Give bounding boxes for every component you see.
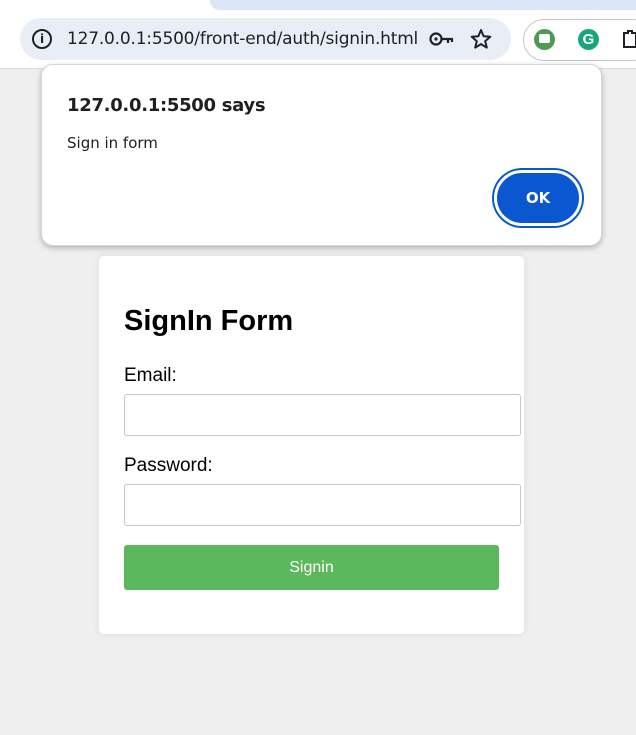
info-icon[interactable]: i xyxy=(32,29,52,49)
alert-title: 127.0.0.1:5500 says xyxy=(67,95,266,116)
password-field[interactable] xyxy=(124,484,521,526)
key-icon[interactable] xyxy=(429,30,455,48)
signin-button[interactable]: Signin xyxy=(124,545,499,590)
signin-form-card: SignIn Form Email: Password: Signin xyxy=(99,256,524,634)
url-text[interactable]: 127.0.0.1:5500/front-end/auth/signin.htm… xyxy=(67,29,418,49)
alert-dialog: 127.0.0.1:5500 says Sign in form OK xyxy=(41,64,602,246)
address-bar[interactable]: i 127.0.0.1:5500/front-end/auth/signin.h… xyxy=(20,18,511,60)
robot-extension-icon[interactable] xyxy=(534,29,555,50)
alert-message: Sign in form xyxy=(67,134,158,152)
tab-strip xyxy=(210,0,636,10)
form-title: SignIn Form xyxy=(124,305,294,337)
browser-toolbar: i 127.0.0.1:5500/front-end/auth/signin.h… xyxy=(0,0,636,69)
password-label: Password: xyxy=(124,455,213,476)
star-icon[interactable] xyxy=(470,28,492,50)
ok-button[interactable]: OK xyxy=(494,170,582,226)
puzzle-extension-icon[interactable] xyxy=(622,29,636,49)
email-label: Email: xyxy=(124,365,177,386)
grammarly-icon[interactable]: G xyxy=(578,29,599,50)
email-field[interactable] xyxy=(124,394,521,436)
